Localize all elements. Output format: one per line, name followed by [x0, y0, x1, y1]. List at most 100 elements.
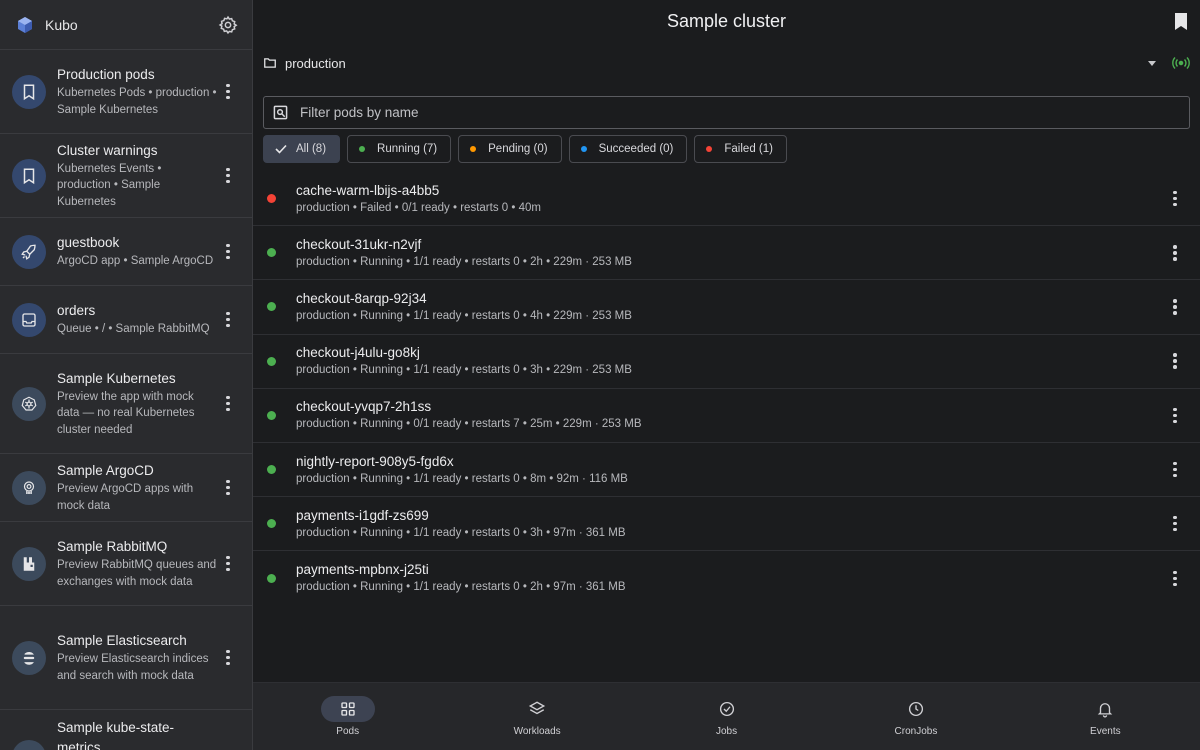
pod-row[interactable]: checkout-31ukr-n2vjf production • Runnin…: [253, 226, 1200, 281]
sidebar-item-subtitle: Preview the app with mock data — no real…: [57, 390, 195, 436]
sidebar-item-sample-kube-state-metrics[interactable]: Sample kube-state-metrics: [0, 710, 252, 750]
sidebar-item-guestbook[interactable]: guestbook ArgoCD app • Sample ArgoCD: [0, 218, 252, 286]
pod-name: payments-i1gdf-zs699: [296, 507, 429, 523]
sidebar-item-sample-argocd[interactable]: Sample ArgoCD Preview ArgoCD apps with m…: [0, 454, 252, 522]
pending-dot-icon: [470, 146, 477, 152]
more-options-icon[interactable]: [218, 83, 238, 100]
pod-row[interactable]: checkout-yvqp7-2h1ss production • Runnin…: [253, 389, 1200, 443]
pod-row[interactable]: checkout-8arqp-92j34 production • Runnin…: [253, 280, 1200, 335]
status-dot-icon: [267, 410, 276, 420]
status-dot-icon: [267, 248, 276, 258]
layers-icon: [510, 696, 564, 722]
nav-cronjobs[interactable]: CronJobs: [821, 683, 1010, 750]
nav-jobs[interactable]: Jobs: [632, 683, 821, 750]
filter-pods-field[interactable]: [263, 96, 1190, 129]
sidebar-item-title: Production pods: [57, 67, 155, 82]
more-options-icon[interactable]: [218, 395, 238, 412]
gear-icon[interactable]: [218, 15, 238, 35]
filter-pods-input[interactable]: [300, 105, 1189, 120]
more-options-icon[interactable]: [1164, 299, 1186, 315]
chip-running[interactable]: Running (7): [347, 135, 452, 163]
nav-label: CronJobs: [894, 726, 938, 737]
sidebar-item-sample-kubernetes[interactable]: Sample Kubernetes Preview the app with m…: [0, 354, 252, 454]
bottom-navigation: Pods Workloads Jobs CronJobs Events: [253, 682, 1200, 750]
sidebar-item-title: Cluster warnings: [57, 142, 158, 158]
sidebar-item-cluster-warnings[interactable]: Cluster warnings Kubernetes Events • pro…: [0, 134, 252, 218]
more-options-icon[interactable]: [218, 649, 238, 666]
nav-workloads[interactable]: Workloads: [442, 683, 631, 750]
clock-icon: [889, 696, 943, 722]
sidebar-item-sample-elasticsearch[interactable]: Sample Elasticsearch Preview Elasticsear…: [0, 606, 252, 710]
check-circle-icon: [700, 696, 754, 722]
more-options-icon[interactable]: [218, 167, 238, 184]
pod-row[interactable]: checkout-j4ulu-go8kj production • Runnin…: [253, 335, 1200, 389]
more-options-icon[interactable]: [1164, 190, 1186, 207]
pod-meta: production • Running • 1/1 ready • resta…: [296, 526, 626, 539]
chip-label: Pending (0): [488, 143, 548, 155]
sidebar-item-subtitle: Kubernetes Pods • production • Sample Ku…: [57, 87, 217, 116]
pod-meta: production • Running • 1/1 ready • resta…: [296, 364, 632, 377]
chip-label: Failed (1): [724, 143, 773, 155]
sidebar-item-sample-rabbitmq[interactable]: Sample RabbitMQ Preview RabbitMQ queues …: [0, 522, 252, 606]
nav-events[interactable]: Events: [1011, 683, 1200, 750]
more-options-icon[interactable]: [1164, 407, 1186, 424]
more-options-icon[interactable]: [1164, 353, 1186, 369]
pod-row[interactable]: payments-mpbnx-j25ti production • Runnin…: [253, 551, 1200, 605]
more-options-icon[interactable]: [1164, 570, 1186, 587]
search-icon: [273, 105, 288, 120]
pod-meta: production • Failed • 0/1 ready • restar…: [296, 201, 541, 214]
nav-label: Workloads: [513, 726, 561, 737]
pod-meta: production • Running • 1/1 ready • resta…: [296, 581, 626, 594]
bookmark-icon[interactable]: [1174, 13, 1188, 30]
sidebar-header: Kubo: [0, 0, 252, 50]
kubernetes-icon: [12, 386, 46, 421]
pod-row[interactable]: cache-warm-lbijs-a4bb5 production • Fail…: [253, 172, 1200, 227]
more-options-icon[interactable]: [1164, 515, 1186, 532]
nav-pods[interactable]: Pods: [253, 683, 442, 750]
sidebar-item-title: Sample ArgoCD: [57, 463, 154, 478]
chip-failed[interactable]: Failed (1): [694, 135, 787, 163]
sidebar-item-title: Sample Elasticsearch: [57, 633, 187, 648]
sidebar-item-subtitle: Preview Elasticsearch indices and search…: [57, 653, 209, 682]
live-signal-icon: [1172, 57, 1190, 69]
sidebar-item-title: Sample kube-state-metrics: [57, 720, 175, 750]
pod-name: cache-warm-lbijs-a4bb5: [296, 182, 440, 198]
more-options-icon[interactable]: [218, 311, 238, 328]
bookmark-icon: [12, 74, 46, 109]
more-options-icon[interactable]: [218, 479, 238, 496]
argocd-icon: [12, 470, 46, 505]
app-name: Kubo: [45, 16, 78, 33]
sidebar-item-title: guestbook: [57, 235, 120, 251]
check-icon: [275, 144, 287, 154]
status-dot-icon: [267, 519, 276, 529]
pod-meta: production • Running • 0/1 ready • resta…: [296, 418, 642, 431]
chip-succeeded[interactable]: Succeeded (0): [568, 135, 688, 163]
status-dot-icon: [267, 194, 276, 204]
chip-all[interactable]: All (8): [263, 135, 341, 163]
namespace-selector[interactable]: production: [253, 42, 1200, 84]
more-options-icon[interactable]: [218, 243, 238, 260]
status-dot-icon: [267, 302, 276, 312]
kubo-logo-icon: [18, 16, 32, 33]
sidebar-item-production-pods[interactable]: Production pods Kubernetes Pods • produc…: [0, 50, 252, 134]
more-options-icon[interactable]: [218, 555, 238, 572]
status-dot-icon: [267, 465, 276, 475]
sidebar-item-orders[interactable]: orders Queue • / • Sample RabbitMQ: [0, 286, 252, 354]
sidebar-item-title: orders: [57, 303, 96, 319]
more-options-icon[interactable]: [1164, 461, 1186, 478]
folder-icon: [264, 58, 276, 68]
succeeded-dot-icon: [580, 146, 587, 152]
rabbitmq-icon: [12, 546, 46, 581]
sidebar-item-subtitle: Preview RabbitMQ queues and exchanges wi…: [57, 559, 217, 588]
pod-name: checkout-j4ulu-go8kj: [296, 345, 420, 361]
nav-label: Events: [1090, 726, 1121, 737]
chevron-down-icon[interactable]: [1148, 60, 1156, 66]
sidebar-item-subtitle: Queue • / • Sample RabbitMQ: [57, 323, 210, 336]
namespace-value: production: [285, 55, 346, 71]
status-dot-icon: [267, 356, 276, 366]
more-options-icon[interactable]: [1164, 245, 1186, 261]
pod-row[interactable]: payments-i1gdf-zs699 production • Runnin…: [253, 497, 1200, 552]
pod-name: checkout-yvqp7-2h1ss: [296, 399, 432, 415]
chip-pending[interactable]: Pending (0): [458, 135, 562, 163]
pod-row[interactable]: nightly-report-908y5-fgd6x production • …: [253, 443, 1200, 498]
